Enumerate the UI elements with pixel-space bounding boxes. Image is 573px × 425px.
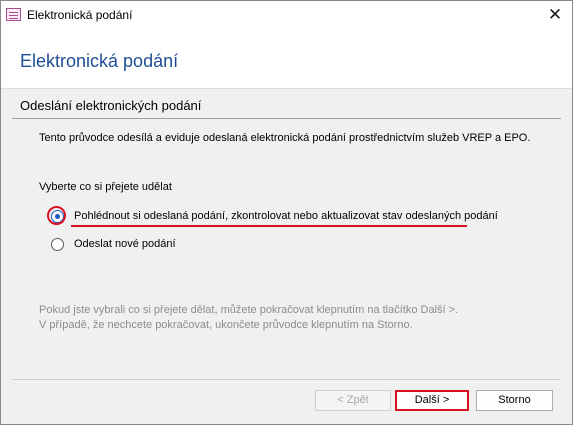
close-button[interactable]: ✕ [538, 1, 572, 29]
hint-text: Pokud jste vybrali co si přejete dělat, … [39, 303, 458, 333]
header-panel: Elektronická podání [1, 29, 572, 89]
highlight-circle-annotation [47, 206, 66, 225]
radio-send-new[interactable] [51, 238, 64, 251]
title-bar: Elektronická podání ✕ [1, 1, 572, 29]
window-title: Elektronická podání [27, 8, 133, 22]
wizard-window: Elektronická podání ✕ Elektronická podán… [0, 0, 573, 425]
highlight-underline-annotation [71, 225, 467, 227]
option-view-sent-label[interactable]: Pohlédnout si odeslaná podání, zkontrolo… [74, 210, 498, 222]
choose-label: Vyberte co si přejete udělat [39, 181, 172, 193]
page-title: Elektronická podání [20, 51, 179, 71]
next-button[interactable]: Další > [395, 390, 469, 411]
hint-line-1: Pokud jste vybrali co si přejete dělat, … [39, 304, 459, 316]
section-divider [12, 118, 561, 119]
option-send-new-label[interactable]: Odeslat nové podání [74, 238, 176, 250]
section-title: Odeslání elektronických podání [20, 98, 202, 113]
back-button[interactable]: < Zpět [315, 390, 391, 411]
hint-line-2: V případě, že nechcete pokračovat, ukonč… [39, 319, 413, 331]
cancel-button[interactable]: Storno [476, 390, 553, 411]
description-text: Tento průvodce odesílá a eviduje odeslan… [39, 132, 531, 144]
footer-divider [12, 379, 561, 380]
app-form-icon [6, 8, 21, 21]
